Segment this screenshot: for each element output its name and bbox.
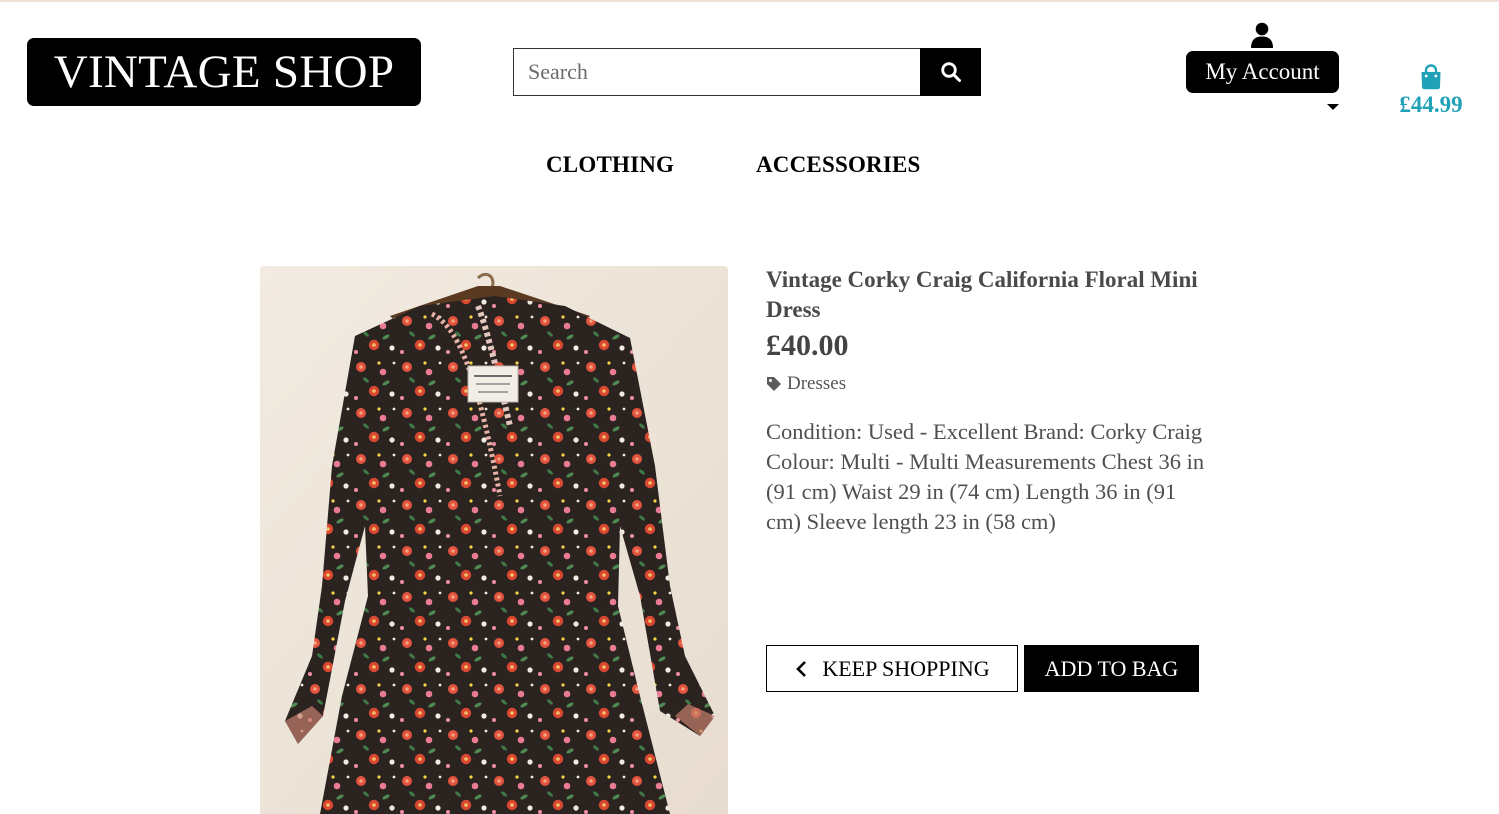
caret-down-icon[interactable] <box>1327 104 1339 110</box>
main-nav: CLOTHING ACCESSORIES <box>0 152 1499 182</box>
product-price: £40.00 <box>766 329 849 362</box>
my-account-button[interactable]: My Account <box>1186 51 1339 93</box>
search-form <box>513 48 981 96</box>
product-details: Vintage Corky Craig California Floral Mi… <box>766 265 1216 560</box>
add-to-bag-button[interactable]: ADD TO BAG <box>1024 645 1199 692</box>
search-button[interactable] <box>920 48 981 96</box>
search-input[interactable] <box>513 48 920 96</box>
category-label[interactable]: Dresses <box>787 373 846 395</box>
person-icon <box>1251 22 1273 48</box>
nav-item-clothing[interactable]: CLOTHING <box>546 152 674 178</box>
bag-total[interactable]: £44.99 <box>1390 92 1472 118</box>
floral-dress-photo <box>260 266 728 814</box>
product-description: Condition: Used - Excellent Brand: Corky… <box>766 419 1205 534</box>
top-border <box>0 0 1499 2</box>
nav-item-accessories[interactable]: ACCESSORIES <box>756 152 921 178</box>
keep-shopping-label: KEEP SHOPPING <box>822 655 990 681</box>
search-icon <box>940 62 961 82</box>
product-category[interactable]: Dresses <box>766 373 1216 395</box>
shopping-bag-icon <box>1421 64 1441 90</box>
product-title: Vintage Corky Craig California Floral Mi… <box>766 267 1198 322</box>
shopping-bag[interactable]: £44.99 <box>1390 64 1472 118</box>
product-image <box>260 266 728 814</box>
site-logo[interactable]: VINTAGE SHOP <box>27 38 421 106</box>
tag-icon <box>767 377 781 391</box>
keep-shopping-button[interactable]: KEEP SHOPPING <box>766 645 1018 692</box>
chevron-left-icon <box>796 660 807 677</box>
